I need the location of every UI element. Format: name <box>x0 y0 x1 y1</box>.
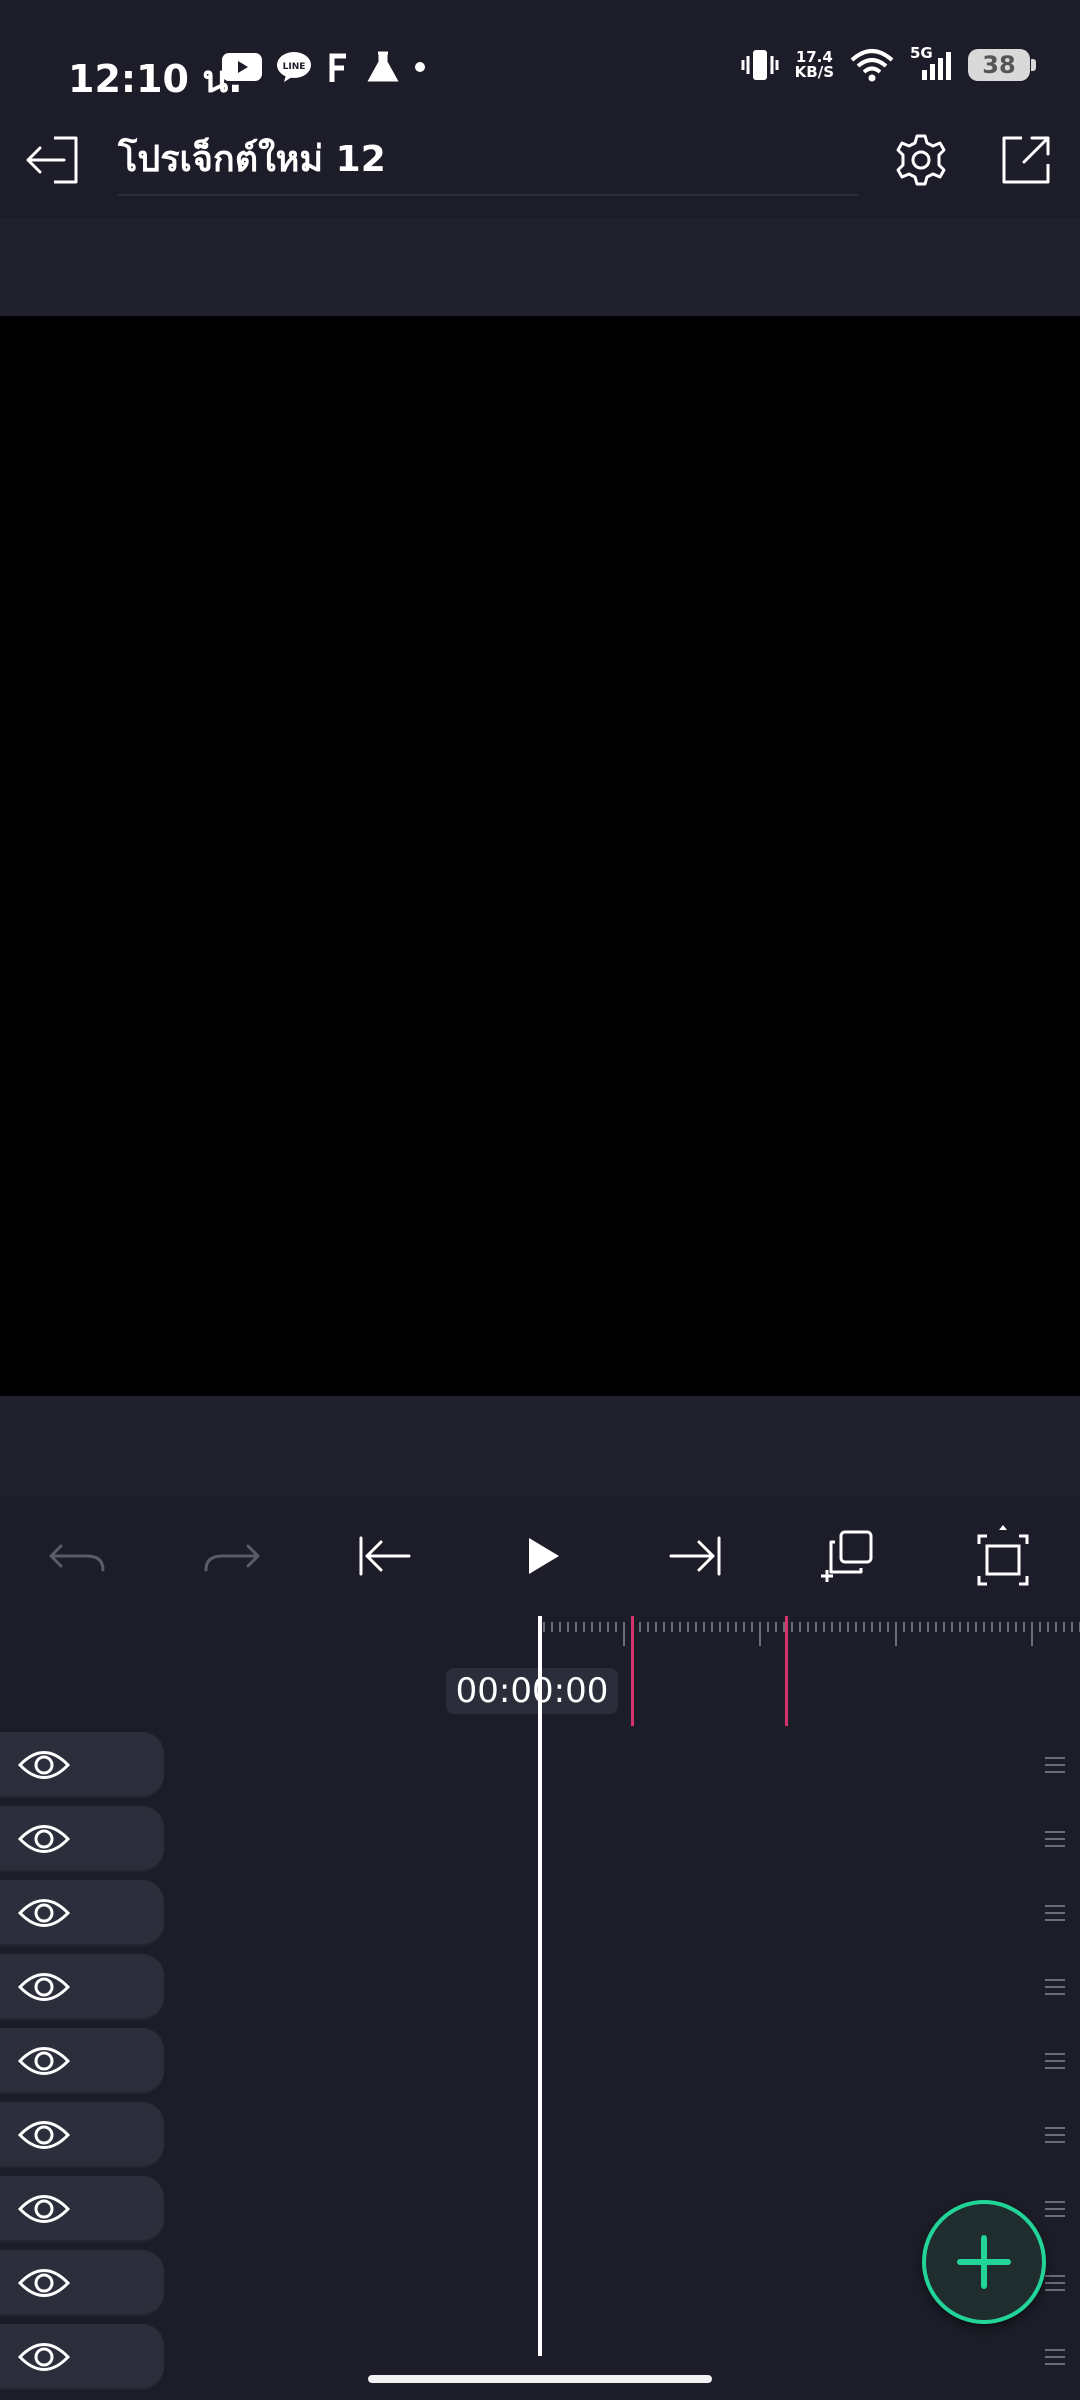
track-visibility-toggle[interactable] <box>0 2324 164 2390</box>
svg-text:LINE: LINE <box>283 62 306 72</box>
timeline-marker[interactable] <box>785 1616 788 1726</box>
track-visibility-toggle[interactable] <box>0 1880 164 1946</box>
drag-handle-icon[interactable] <box>1044 2274 1066 2292</box>
redo-icon <box>204 1544 260 1572</box>
track-visibility-toggle[interactable] <box>0 1732 164 1798</box>
youtube-icon <box>222 53 262 81</box>
redo-button[interactable] <box>197 1524 267 1588</box>
track-visibility-toggle[interactable] <box>0 2102 164 2168</box>
home-indicator[interactable] <box>368 2375 712 2383</box>
signal-icon: 5G <box>910 44 952 82</box>
undo-button[interactable] <box>42 1524 112 1588</box>
project-title-field[interactable]: โปรเจ็กต์ใหม่ 12 <box>118 130 858 196</box>
drag-handle-icon[interactable] <box>1044 1756 1066 1774</box>
network-speed: 17.4 KB/S <box>795 50 834 80</box>
track-visibility-toggle[interactable] <box>0 2028 164 2094</box>
eye-icon <box>18 1751 70 1779</box>
eye-icon <box>18 1825 70 1853</box>
duplicate-icon <box>821 1530 873 1582</box>
eye-icon <box>18 2343 70 2371</box>
plus-icon <box>957 2235 1011 2289</box>
preview-top-band <box>0 218 1080 316</box>
play-button[interactable] <box>508 1524 578 1588</box>
drag-handle-icon[interactable] <box>1044 2348 1066 2366</box>
export-icon <box>1002 136 1050 184</box>
export-button[interactable] <box>998 130 1054 190</box>
drag-handle-icon[interactable] <box>1044 1830 1066 1848</box>
timeline-marker[interactable] <box>631 1616 634 1726</box>
eye-icon <box>18 1899 70 1927</box>
vibrate-icon <box>741 48 779 82</box>
f-icon <box>326 50 352 84</box>
track-visibility-toggle[interactable] <box>0 1954 164 2020</box>
eye-icon <box>18 1973 70 2001</box>
time-ruler[interactable] <box>540 1616 1080 1646</box>
drag-handle-icon[interactable] <box>1044 2126 1066 2144</box>
playhead[interactable] <box>538 1616 542 2356</box>
track-visibility-toggle[interactable] <box>0 2176 164 2242</box>
eye-icon <box>18 2195 70 2223</box>
status-time: 12:10 น. <box>68 57 243 101</box>
battery-icon: 38 <box>968 49 1036 81</box>
eye-icon <box>18 2121 70 2149</box>
settings-icon <box>896 134 946 186</box>
track-visibility-toggle[interactable] <box>0 2250 164 2316</box>
network-speed-unit: KB/S <box>794 63 834 81</box>
flask-icon <box>366 50 400 84</box>
timeline[interactable]: 00:00:00 <box>0 1616 1080 2390</box>
skip-to-end-icon <box>669 1536 721 1576</box>
notification-icons: LINE <box>222 50 426 84</box>
dot-icon <box>414 61 426 73</box>
timecode-display: 00:00:00 <box>446 1668 618 1714</box>
undo-icon <box>49 1544 105 1572</box>
eye-icon <box>18 2047 70 2075</box>
status-bar: 12:10 น. LINE 17.4 KB/S 5G 38 <box>0 0 1080 130</box>
skip-to-start-button[interactable] <box>350 1524 420 1588</box>
line-icon: LINE <box>276 51 312 83</box>
drag-handle-icon[interactable] <box>1044 1978 1066 1996</box>
exit-button[interactable] <box>24 130 84 190</box>
duplicate-button[interactable] <box>814 1524 884 1588</box>
play-icon <box>529 1538 559 1574</box>
header: โปรเจ็กต์ใหม่ 12 <box>0 130 1080 230</box>
skip-to-start-icon <box>359 1536 411 1576</box>
wifi-icon <box>850 48 894 82</box>
project-title: โปรเจ็กต์ใหม่ 12 <box>118 139 386 180</box>
add-layer-button[interactable] <box>922 2200 1046 2324</box>
video-preview[interactable] <box>0 316 1080 1396</box>
network-type: 5G <box>910 44 933 62</box>
exit-icon <box>26 136 78 184</box>
skip-to-end-button[interactable] <box>660 1524 730 1588</box>
settings-button[interactable] <box>893 130 949 190</box>
system-icons: 17.4 KB/S 5G 38 <box>741 44 1036 82</box>
track-visibility-toggle[interactable] <box>0 1806 164 1872</box>
drag-handle-icon[interactable] <box>1044 1904 1066 1922</box>
fullscreen-icon <box>977 1525 1029 1586</box>
drag-handle-icon[interactable] <box>1044 2200 1066 2218</box>
preview-bottom-band <box>0 1396 1080 1496</box>
fullscreen-button[interactable] <box>968 1524 1038 1588</box>
drag-handle-icon[interactable] <box>1044 2052 1066 2070</box>
playback-toolbar <box>0 1496 1080 1616</box>
eye-icon <box>18 2269 70 2297</box>
